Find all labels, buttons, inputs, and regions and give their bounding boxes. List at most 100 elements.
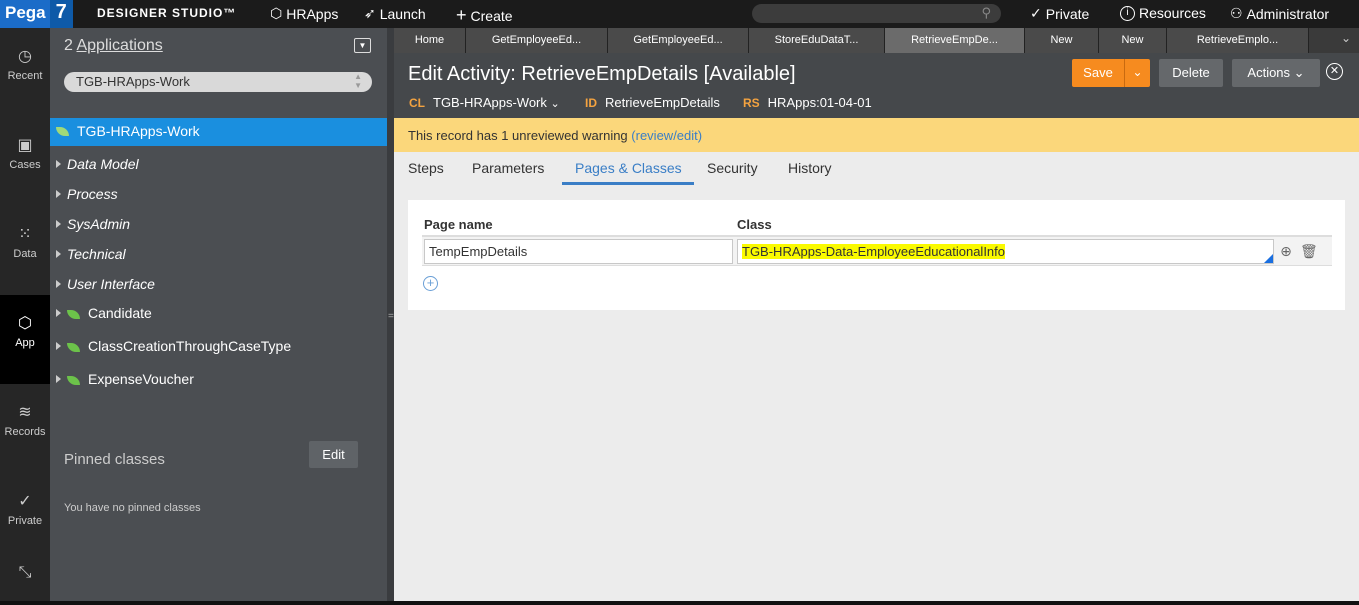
- column-header-page-name: Page name: [424, 217, 493, 232]
- panel-splitter[interactable]: =: [387, 28, 394, 605]
- tree-item-label: SysAdmin: [67, 216, 131, 232]
- caret-down-icon: ▼: [358, 41, 367, 50]
- page-name-input[interactable]: TempEmpDetails: [424, 239, 733, 264]
- tab-document[interactable]: New: [1099, 28, 1167, 53]
- expand-icon: [56, 250, 61, 258]
- document-tabs: Home GetEmployeeEd... GetEmployeeEd... S…: [394, 28, 1359, 53]
- delete-button[interactable]: Delete: [1159, 59, 1223, 87]
- private-menu[interactable]: ✓ Private: [1030, 5, 1089, 22]
- tab-home[interactable]: Home: [394, 28, 466, 53]
- info-icon: i: [1120, 5, 1135, 21]
- tab-history[interactable]: History: [788, 160, 832, 176]
- tab-document[interactable]: GetEmployeeEd...: [608, 28, 749, 53]
- user-menu[interactable]: ⚇ Administrator: [1230, 5, 1329, 22]
- selected-class-row[interactable]: TGB-HRApps-Work: [50, 118, 387, 146]
- search-input[interactable]: ⚲: [752, 4, 1001, 23]
- pinned-edit-button[interactable]: Edit: [309, 441, 358, 468]
- tab-document[interactable]: RetrieveEmplo...: [1167, 28, 1309, 53]
- pega-logo[interactable]: Pega 7: [0, 0, 73, 28]
- expand-icon: [56, 160, 61, 168]
- tab-parameters[interactable]: Parameters: [472, 160, 544, 176]
- rail-recent[interactable]: ◷ Recent: [0, 28, 50, 117]
- trash-icon[interactable]: 🗑: [1300, 243, 1318, 259]
- rail-app[interactable]: ⬡ App: [0, 295, 50, 384]
- resources-menu[interactable]: i Resources: [1120, 5, 1206, 21]
- rail-cases[interactable]: ▣ Cases: [0, 117, 50, 206]
- explorer-menu-button[interactable]: ▼: [354, 38, 371, 53]
- tab-document[interactable]: GetEmployeeEd...: [466, 28, 608, 53]
- collapse-rail-button[interactable]: ⤡: [0, 556, 50, 596]
- selected-class-label: TGB-HRApps-Work: [77, 123, 200, 139]
- resources-label: Resources: [1139, 5, 1206, 21]
- autocomplete-corner-icon: [1264, 254, 1273, 263]
- save-button[interactable]: Save ⌄: [1072, 59, 1150, 87]
- tree-item-label: Candidate: [88, 305, 152, 321]
- tab-document-active[interactable]: RetrieveEmpDe...: [885, 28, 1025, 53]
- review-edit-link[interactable]: (review/edit): [631, 128, 702, 143]
- app-count: 2: [64, 37, 73, 54]
- tab-pages-classes[interactable]: Pages & Classes: [575, 160, 682, 176]
- rail-label: Records: [4, 426, 46, 438]
- tree-item-technical[interactable]: Technical: [56, 246, 126, 262]
- studio-title[interactable]: DESIGNER STUDIO™: [97, 6, 236, 20]
- applications-header: 2 Applications: [64, 37, 163, 55]
- tree-item-data-model[interactable]: Data Model: [56, 156, 139, 172]
- tab-steps[interactable]: Steps: [408, 160, 444, 176]
- tree-item-label: Data Model: [67, 156, 139, 172]
- meta-class[interactable]: CL TGB-HRApps-Work ⌄: [409, 95, 560, 110]
- tree-item-user-interface[interactable]: User Interface: [56, 276, 155, 292]
- expand-icon: [56, 190, 61, 198]
- tree-item-expensevoucher[interactable]: ExpenseVoucher: [56, 371, 194, 387]
- rail-data[interactable]: ⁙ Data: [0, 206, 50, 295]
- tree-item-classcreation[interactable]: ClassCreationThroughCaseType: [56, 338, 291, 354]
- meta-key: RS: [743, 96, 760, 110]
- check-icon: ✓: [1030, 5, 1042, 21]
- rail-label: Data: [13, 248, 37, 260]
- tree-item-process[interactable]: Process: [56, 186, 118, 202]
- meta-value: HRApps:01-04-01: [767, 95, 872, 110]
- create-menu[interactable]: + Create: [456, 5, 513, 26]
- class-input-value: TGB-HRApps-Data-EmployeeEducationalInfo: [742, 244, 1006, 259]
- tree-item-label: ClassCreationThroughCaseType: [88, 338, 292, 354]
- collapse-icon: ⤡: [18, 564, 32, 581]
- tree-item-label: User Interface: [67, 276, 155, 292]
- tree-item-candidate[interactable]: Candidate: [56, 305, 152, 321]
- meta-key: ID: [585, 96, 597, 110]
- tab-document[interactable]: StoreEduDataT...: [749, 28, 885, 53]
- meta-value: TGB-HRApps-Work: [433, 95, 547, 110]
- rail-label: Recent: [7, 70, 43, 82]
- rail-records[interactable]: ≋ Records: [0, 384, 50, 473]
- actions-button[interactable]: Actions ⌄: [1232, 59, 1320, 87]
- warning-banner: This record has 1 unreviewed warning (re…: [394, 118, 1359, 152]
- app-explorer: 2 Applications ▼ TGB-HRApps-Work ▲ ▼ TGB-…: [50, 28, 387, 605]
- applications-link[interactable]: Applications: [76, 37, 162, 54]
- expand-icon: [56, 375, 61, 383]
- tree-item-sysadmin[interactable]: SysAdmin: [56, 216, 130, 232]
- crosshair-icon[interactable]: ⊕: [1278, 243, 1294, 259]
- app-menu-label: HRApps: [286, 5, 339, 22]
- create-label: Create: [470, 7, 513, 24]
- leaf-icon: [67, 343, 80, 352]
- layers-icon: ≋: [18, 404, 32, 421]
- tab-document[interactable]: New: [1025, 28, 1099, 53]
- class-select[interactable]: TGB-HRApps-Work ▲ ▼: [64, 72, 372, 92]
- clock-icon: ◷: [18, 48, 32, 65]
- warning-text: This record has 1 unreviewed warning: [408, 128, 628, 143]
- tab-security[interactable]: Security: [707, 160, 758, 176]
- active-tab-indicator: [562, 182, 694, 185]
- rail-private[interactable]: ✓ Private: [0, 473, 50, 562]
- tree-item-label: ExpenseVoucher: [88, 371, 194, 387]
- launch-menu[interactable]: ➶ Launch: [364, 5, 426, 22]
- app-menu[interactable]: ⬡ HRApps: [270, 5, 338, 22]
- class-input[interactable]: TGB-HRApps-Data-EmployeeEducationalInfo: [737, 239, 1274, 264]
- tabs-overflow-chevron-icon[interactable]: ⌄: [1341, 31, 1351, 45]
- private-label: Private: [1045, 5, 1090, 22]
- close-icon[interactable]: ✕: [1326, 63, 1343, 80]
- check-icon: ✓: [18, 493, 32, 510]
- rail-label: Cases: [9, 159, 41, 171]
- add-row-button[interactable]: +: [423, 276, 438, 291]
- chevron-down-icon[interactable]: ⌄: [1124, 59, 1150, 87]
- column-header-class: Class: [737, 217, 772, 232]
- expand-icon: [56, 309, 61, 317]
- top-bar: Pega 7 DESIGNER STUDIO™ ⬡ HRApps ➶ Launch …: [0, 0, 1359, 28]
